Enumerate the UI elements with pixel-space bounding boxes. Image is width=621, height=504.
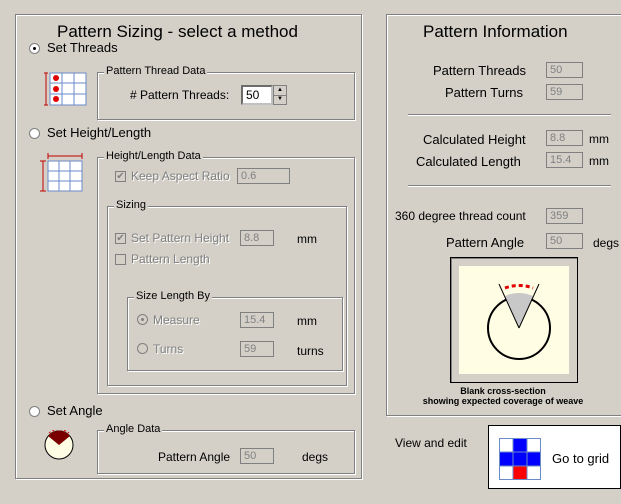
height-length-grid-icon [40, 153, 86, 196]
info-pattern-turns-field: 59 [546, 84, 583, 100]
cross-section-caption-line1: Blank cross-section [460, 386, 546, 396]
go-to-grid-label[interactable]: Go to grid [552, 451, 609, 466]
set-pattern-height-label[interactable]: Set Pattern Height [131, 231, 229, 245]
pattern-sizing-title: Pattern Sizing - select a method [57, 22, 298, 41]
spinner-down-arrow-icon[interactable]: ▼ [274, 95, 286, 104]
turns-label[interactable]: Turns [153, 342, 183, 356]
measure-field[interactable]: 15.4 [240, 312, 274, 328]
calculated-height-label: Calculated Height [423, 132, 526, 147]
size-length-by-group: Size Length By [127, 290, 343, 371]
measure-radio[interactable] [137, 314, 148, 325]
height-length-data-label: Height/Length Data [104, 150, 203, 162]
go-to-grid-button[interactable]: Go to grid [488, 425, 621, 489]
threads-grid-icon [44, 71, 88, 110]
cross-section-caption-line2: showing expected coverage of weave [422, 396, 584, 406]
angle-data-pattern-angle-label: Pattern Angle [158, 450, 231, 464]
calculated-height-unit: mm [589, 132, 609, 146]
angle-data-label: Angle Data [104, 423, 163, 435]
measure-unit: mm [297, 314, 317, 328]
thread-count-label: 360 degree thread count [395, 209, 526, 223]
measure-label[interactable]: Measure [153, 313, 200, 327]
grid-pattern-icon [499, 438, 541, 483]
info-pattern-angle-unit: degs [593, 236, 620, 250]
pattern-length-checkbox[interactable] [115, 254, 126, 265]
info-divider-1 [408, 114, 611, 116]
info-pattern-threads-label: Pattern Threads [433, 63, 526, 78]
aspect-ratio-field[interactable]: 0.6 [237, 168, 290, 184]
set-angle-radio[interactable] [29, 406, 40, 417]
angle-data-unit: degs [302, 450, 329, 464]
info-pattern-angle-label: Pattern Angle [446, 235, 525, 250]
info-pattern-threads-field: 50 [546, 62, 583, 78]
sizing-group-label: Sizing [114, 199, 148, 211]
set-height-length-label[interactable]: Set Height/Length [47, 125, 151, 140]
pattern-length-label[interactable]: Pattern Length [131, 252, 210, 266]
size-length-by-label: Size Length By [134, 290, 212, 302]
turns-field[interactable]: 59 [240, 341, 274, 357]
cross-section-circle-icon [487, 283, 551, 360]
turns-unit: turns [297, 344, 324, 358]
set-threads-label[interactable]: Set Threads [47, 40, 118, 55]
set-angle-label[interactable]: Set Angle [47, 403, 103, 418]
angle-data-pattern-angle-field[interactable]: 50 [240, 448, 274, 464]
pattern-information-title: Pattern Information [423, 22, 568, 41]
pattern-threads-input-label: # Pattern Threads: [130, 88, 230, 102]
pattern-height-unit: mm [297, 232, 317, 246]
calculated-length-unit: mm [589, 154, 609, 168]
view-and-edit-label: View and edit [395, 436, 467, 450]
set-threads-radio[interactable] [29, 43, 40, 54]
angle-wedge-icon [44, 429, 74, 463]
info-pattern-angle-field: 50 [546, 233, 583, 249]
set-height-length-radio[interactable] [29, 128, 40, 139]
info-pattern-turns-label: Pattern Turns [445, 85, 524, 100]
calculated-length-field: 15.4 [546, 152, 583, 168]
pattern-threads-input[interactable]: 50 [241, 85, 273, 105]
info-divider-2 [408, 185, 611, 187]
calculated-length-label: Calculated Length [416, 154, 521, 169]
pattern-height-field[interactable]: 8.8 [240, 230, 274, 246]
keep-aspect-ratio-checkbox[interactable]: ✔ [115, 171, 126, 182]
keep-aspect-ratio-label[interactable]: Keep Aspect Ratio [131, 169, 230, 183]
turns-radio[interactable] [137, 343, 148, 354]
thread-count-field: 359 [546, 208, 583, 224]
set-pattern-height-checkbox[interactable]: ✔ [115, 233, 126, 244]
pattern-thread-data-label: Pattern Thread Data [104, 65, 208, 77]
pattern-threads-spinner[interactable]: ▲ ▼ [273, 85, 287, 105]
calculated-height-field: 8.8 [546, 130, 583, 146]
cross-section-preview [450, 257, 578, 383]
